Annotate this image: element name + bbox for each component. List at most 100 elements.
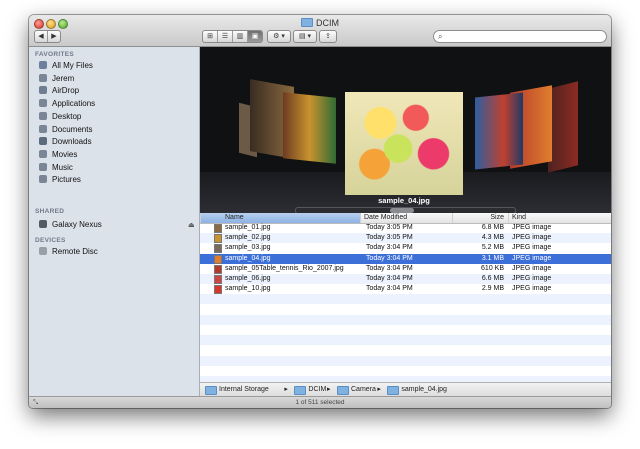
table-row[interactable]: sample_02.jpg Today 3:05 PM 4.3 MB JPEG ima… <box>200 233 611 244</box>
sidebar-item-jerem[interactable]: Jerem <box>39 73 74 84</box>
pictures-icon <box>39 175 47 184</box>
table-row[interactable]: sample_01.jpg Today 3:05 PM 6.8 MB JPEG ima… <box>200 223 611 233</box>
list-view-icon[interactable]: ☰ <box>218 31 233 42</box>
coverflow-thumbnail[interactable] <box>548 81 578 173</box>
cell-kind: JPEG image <box>512 254 552 262</box>
table-row[interactable]: sample_10.jpg Today 3:04 PM 2.9 MB JPEG ima… <box>200 284 611 295</box>
cell-size: 5.2 MB <box>481 244 504 252</box>
path-segment[interactable]: DCIM <box>308 383 326 397</box>
coverflow-thumbnail[interactable] <box>475 92 523 170</box>
resize-handle-icon[interactable]: ⤡ <box>33 397 38 408</box>
column-size[interactable]: Size <box>452 213 508 223</box>
sidebar-item-downloads[interactable]: Downloads <box>39 136 92 147</box>
sidebar-item-airdrop[interactable]: AirDrop <box>39 85 79 96</box>
jpeg-file-icon <box>214 244 222 254</box>
coverflow-view[interactable]: sample_04.jpg <box>200 47 611 213</box>
sidebar-item-music[interactable]: Music <box>39 162 73 173</box>
sidebar-item-pictures[interactable]: Pictures <box>39 174 81 185</box>
sidebar-header-devices: DEVICES <box>35 237 66 244</box>
table-row[interactable]: sample_04.jpg Today 3:04 PM 3.1 MB JPEG ima… <box>200 253 611 264</box>
column-date-modified[interactable]: Date Modified <box>360 213 452 223</box>
all-files-icon <box>39 61 47 69</box>
sidebar-item-label: Movies <box>52 149 78 159</box>
cell-size: 2.9 MB <box>481 285 504 293</box>
path-segment[interactable]: Camera <box>351 383 376 397</box>
gear-icon[interactable]: ⚙ ▾ <box>268 31 290 42</box>
window-title: DCIM <box>29 18 611 28</box>
sidebar-item-remote-disc[interactable]: Remote Disc <box>39 246 98 257</box>
eject-icon[interactable]: ⏏ <box>188 221 195 229</box>
share-icon[interactable]: ⇪ <box>320 31 336 42</box>
jpeg-file-icon <box>214 254 222 264</box>
cell-size: 3.1 MB <box>481 254 504 262</box>
cell-size: 6.8 MB <box>481 224 504 231</box>
icon-view-icon[interactable]: ⊞ <box>203 31 218 42</box>
arrange-icon[interactable]: ▤ ▾ <box>294 31 316 42</box>
table-row[interactable]: sample_05Table_tennis_Rio_2007.jpg Today … <box>200 264 611 274</box>
empty-row <box>200 314 611 325</box>
table-row[interactable]: sample_03.jpg Today 3:04 PM 5.2 MB JPEG ima… <box>200 243 611 254</box>
action-menu-button[interactable]: ⚙ ▾ <box>267 30 291 43</box>
sidebar-item-documents[interactable]: Documents <box>39 124 92 135</box>
coverflow-caption: sample_04.jpg <box>378 196 430 205</box>
sidebar-item-applications[interactable]: Applications <box>39 98 95 109</box>
coverflow-selected-image[interactable] <box>345 92 463 195</box>
sidebar-item-desktop[interactable]: Desktop <box>39 111 81 122</box>
cell-size: 4.3 MB <box>481 234 504 242</box>
cell-name: sample_04.jpg <box>225 254 271 262</box>
cell-date: Today 3:05 PM <box>366 234 413 242</box>
forward-button[interactable]: ▶ <box>48 31 60 42</box>
back-button[interactable]: ◀ <box>35 31 48 42</box>
path-bar: Internal Storage ▸ DCIM ▸ Camera ▸ sample_04.j… <box>200 382 611 397</box>
downloads-icon <box>39 137 47 146</box>
path-segment[interactable]: sample_04.jpg <box>401 383 447 397</box>
empty-row <box>200 325 611 335</box>
search-icon: ⌕ <box>438 32 443 41</box>
coverflow-view-icon[interactable]: ▣ <box>248 31 262 42</box>
music-icon <box>39 162 47 171</box>
sidebar-item-label: Galaxy Nexus <box>52 220 102 229</box>
nav-buttons: ◀ ▶ <box>34 30 61 43</box>
sidebar-item-label: Music <box>52 162 73 172</box>
sidebar-item-galaxy-nexus[interactable]: Galaxy Nexus <box>39 219 102 230</box>
airdrop-icon <box>39 86 47 95</box>
cell-name: sample_05Table_tennis_Rio_2007.jpg <box>225 264 344 272</box>
cell-date: Today 3:04 PM <box>366 254 413 262</box>
column-view-icon[interactable]: ▥ <box>233 31 248 42</box>
sidebar-item-label: Jerem <box>52 73 75 83</box>
sidebar-item-label: Downloads <box>52 137 92 147</box>
share-button[interactable]: ⇪ <box>319 30 337 43</box>
sidebar-item-movies[interactable]: Movies <box>39 149 77 160</box>
cell-date: Today 3:04 PM <box>366 285 413 293</box>
cell-date: Today 3:04 PM <box>366 264 413 272</box>
file-list: Name Date Modified Size Kind sample_01.j… <box>200 213 611 382</box>
cell-name: sample_02.jpg <box>225 234 271 242</box>
cell-name: sample_03.jpg <box>225 244 271 252</box>
view-mode-buttons: ⊞ ☰ ▥ ▣ <box>202 30 263 43</box>
cell-kind: JPEG image <box>512 275 552 282</box>
sidebar-header-shared: SHARED <box>35 208 65 215</box>
empty-row <box>200 335 611 346</box>
sidebar-item-label: Desktop <box>52 111 82 121</box>
path-separator-icon: ▸ <box>284 386 288 393</box>
cell-kind: JPEG image <box>512 264 552 272</box>
cell-date: Today 3:05 PM <box>366 224 413 231</box>
search-field[interactable]: ⌕ <box>433 30 607 43</box>
empty-row <box>200 305 611 315</box>
sidebar-header-favorites: FAVORITES <box>35 51 75 58</box>
empty-row <box>200 294 611 305</box>
cell-kind: JPEG image <box>512 244 552 252</box>
sidebar-item-label: AirDrop <box>52 86 80 96</box>
file-icon <box>387 386 400 395</box>
arrange-menu-button[interactable]: ▤ ▾ <box>293 30 317 43</box>
window-title-text: DCIM <box>316 18 339 28</box>
table-row[interactable]: sample_06.jpg Today 3:04 PM 6.6 MB JPEG ima… <box>200 274 611 284</box>
empty-row <box>200 355 611 366</box>
column-name[interactable]: Name <box>200 213 360 223</box>
sidebar-item-label: Remote Disc <box>52 247 98 256</box>
path-segment[interactable]: Internal Storage <box>219 383 269 397</box>
coverflow-thumbnail[interactable] <box>283 92 336 164</box>
column-kind[interactable]: Kind <box>508 213 611 223</box>
cell-kind: JPEG image <box>512 285 552 293</box>
sidebar-item-all-my-files[interactable]: All My Files <box>39 60 93 71</box>
